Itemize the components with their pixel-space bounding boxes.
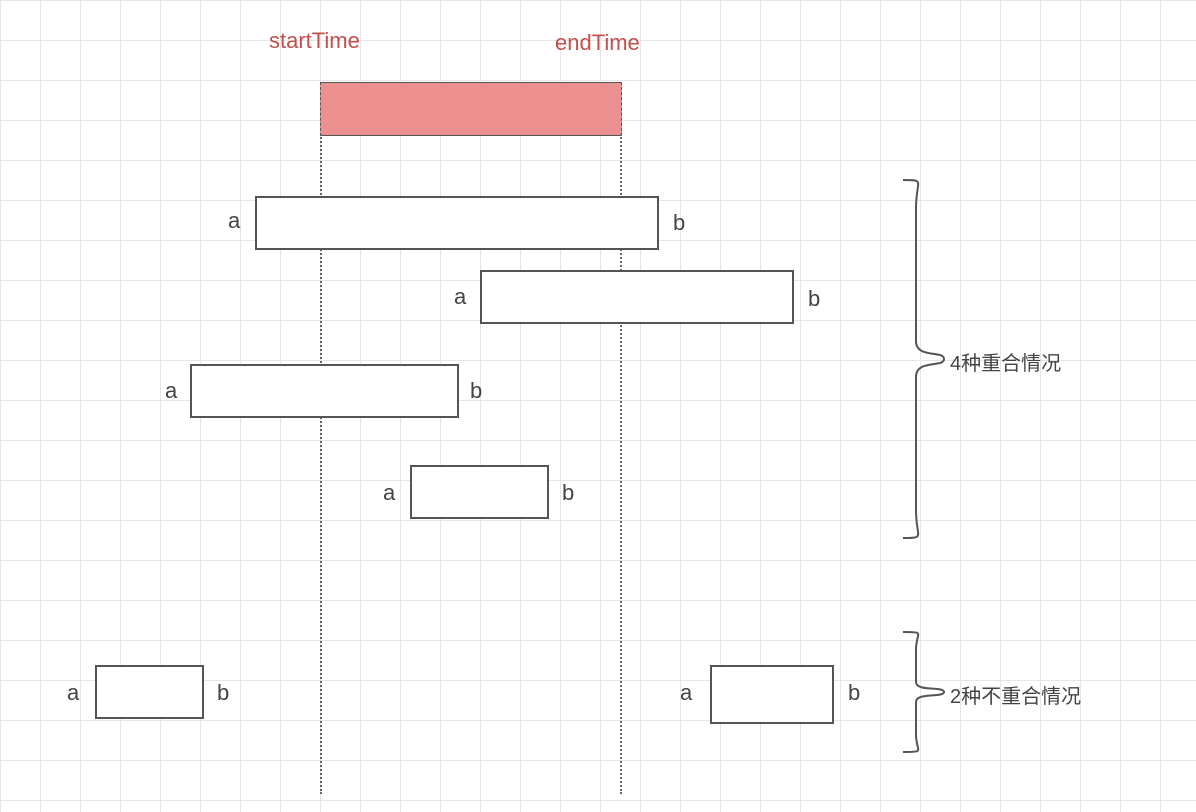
overlap-cases-label: 4种重合情况: [950, 347, 1061, 376]
interval-box: [410, 465, 549, 519]
interval-box: [190, 364, 459, 418]
label-a: a: [383, 480, 395, 506]
label-b: b: [217, 680, 229, 706]
label-b: b: [848, 680, 860, 706]
nonoverlap-cases-label: 2种不重合情况: [950, 680, 1081, 709]
label-b: b: [673, 210, 685, 236]
label-a: a: [454, 284, 466, 310]
label-a: a: [228, 208, 240, 234]
interval-box: [95, 665, 204, 719]
interval-box: [480, 270, 794, 324]
end-time-label: endTime: [555, 30, 640, 56]
reference-interval-box: [320, 82, 622, 136]
label-a: a: [680, 680, 692, 706]
label-a: a: [165, 378, 177, 404]
start-time-label: startTime: [269, 28, 360, 54]
interval-box: [255, 196, 659, 250]
diagram-canvas: startTime endTime a b a b a b a b a b a …: [0, 0, 1196, 812]
brace-overlap: [898, 178, 948, 540]
interval-box: [710, 665, 834, 724]
label-b: b: [562, 480, 574, 506]
label-b: b: [470, 378, 482, 404]
label-b: b: [808, 286, 820, 312]
label-a: a: [67, 680, 79, 706]
brace-nonoverlap: [898, 630, 948, 754]
